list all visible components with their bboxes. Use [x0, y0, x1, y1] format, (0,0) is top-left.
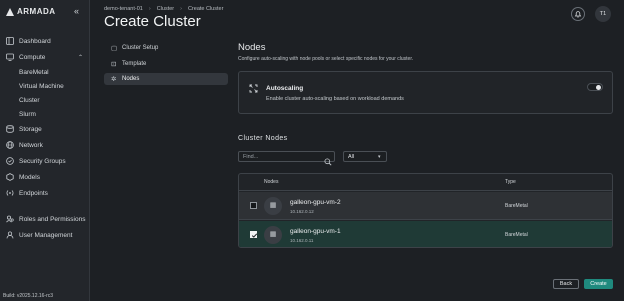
sidebar-item-virtual-machine[interactable]: Virtual Machine [0, 79, 89, 93]
chevron-up-icon: ⌃ [78, 54, 84, 61]
column-header-nodes: Nodes [264, 179, 279, 185]
sidebar-item-cluster[interactable]: Cluster [0, 93, 89, 107]
sidebar-item-label: Roles and Permissions [19, 215, 86, 223]
step-nodes[interactable]: ✲ Nodes [104, 73, 228, 85]
sidebar-item-models[interactable]: Models [0, 170, 89, 184]
sidebar-item-roles-and-permissions[interactable]: Roles and Permissions [0, 212, 89, 226]
sidebar-item-label: Cluster [19, 96, 40, 104]
breadcrumb: demo-tenant-01 › Cluster › Create Cluste… [104, 6, 223, 12]
create-button[interactable]: Create [584, 279, 613, 289]
back-button[interactable]: Back [553, 279, 579, 289]
sidebar-item-baremetal[interactable]: BareMetal [0, 65, 89, 79]
step-label: Nodes [122, 76, 140, 82]
search-icon [324, 153, 332, 171]
sidebar-item-label: Network [19, 141, 43, 149]
checkmark-icon [251, 233, 258, 238]
sidebar-item-label: Models [19, 173, 40, 181]
table-row[interactable]: ▦ galleon-gpu-vm-1 10.162.0.11 BareMetal [239, 221, 612, 247]
type-filter-select[interactable]: All ▾ [343, 151, 387, 162]
sidebar-item-dashboard[interactable]: Dashboard [0, 34, 89, 48]
page-title: Create Cluster [104, 13, 201, 30]
breadcrumb-separator-icon: › [180, 6, 182, 12]
roles-icon [6, 215, 14, 223]
template-icon: ⊡ [111, 61, 117, 68]
node-type: BareMetal [505, 232, 528, 238]
sidebar-item-label: BareMetal [19, 68, 49, 76]
dashboard-icon [6, 37, 14, 45]
sidebar-item-label: Slurm [19, 110, 36, 118]
filter-selected-value: All [348, 154, 355, 160]
node-type: BareMetal [505, 203, 528, 209]
sidebar-item-label: User Management [19, 231, 73, 239]
breadcrumb-cluster[interactable]: Cluster [157, 6, 174, 12]
autoscaling-description: Enable cluster auto-scaling based on wor… [266, 96, 404, 102]
armada-logo-icon [6, 7, 14, 16]
search-input[interactable]: Find... [238, 151, 335, 166]
step-cluster-setup[interactable]: ▢ Cluster Setup [104, 42, 228, 54]
models-icon [6, 173, 14, 181]
table-row[interactable]: ▦ galleon-gpu-vm-2 10.162.0.12 BareMetal [239, 192, 612, 220]
row-checkbox[interactable] [250, 202, 257, 209]
node-name: galleon-gpu-vm-1 [290, 228, 341, 235]
autoscaling-title: Autoscaling [266, 85, 304, 92]
user-icon [6, 231, 14, 239]
table-header: Nodes Type [239, 174, 612, 191]
row-checkbox[interactable] [250, 231, 258, 238]
breadcrumb-tenant[interactable]: demo-tenant-01 [104, 6, 143, 12]
expand-arrows-icon [249, 84, 258, 95]
breadcrumb-separator-icon: › [148, 6, 151, 12]
network-icon [6, 141, 14, 149]
storage-icon [6, 125, 14, 133]
notifications-bell-icon[interactable] [571, 7, 585, 21]
node-name: galleon-gpu-vm-2 [290, 199, 341, 206]
sidebar-item-slurm[interactable]: Slurm [0, 107, 89, 121]
sidebar-item-endpoints[interactable]: Endpoints [0, 186, 89, 200]
sidebar-item-storage[interactable]: Storage [0, 122, 89, 136]
column-header-type: Type [505, 179, 516, 185]
sidebar-item-security-groups[interactable]: Security Groups [0, 154, 89, 168]
setup-icon: ▢ [111, 45, 118, 52]
search-placeholder: Find... [243, 154, 259, 160]
sidebar-item-label: Endpoints [19, 189, 48, 197]
autoscaling-toggle[interactable] [587, 83, 603, 91]
step-template[interactable]: ⊡ Template [104, 58, 228, 70]
sidebar-item-compute[interactable]: Compute ⌃ [0, 50, 89, 64]
sidebar-item-label: Security Groups [19, 157, 66, 165]
section-title: Nodes [238, 42, 266, 53]
nodes-icon: ✲ [111, 76, 117, 83]
sidebar-item-label: Dashboard [19, 37, 51, 45]
step-label: Template [122, 61, 147, 67]
step-label: Cluster Setup [122, 45, 159, 51]
sidebar-item-network[interactable]: Network [0, 138, 89, 152]
sidebar-item-user-management[interactable]: User Management [0, 228, 89, 242]
build-version: Build: v2025.12.16-rc3 [3, 293, 54, 299]
sidebar-item-label: Compute [19, 53, 46, 61]
sidebar-item-label: Storage [19, 125, 42, 133]
server-icon: ▦ [264, 197, 282, 215]
node-ip: 10.162.0.12 [290, 209, 314, 214]
cluster-nodes-title: Cluster Nodes [238, 135, 288, 142]
section-description: Configure auto-scaling with node pools o… [238, 56, 414, 62]
compute-icon [6, 53, 14, 61]
autoscaling-card: Autoscaling Enable cluster auto-scaling … [238, 71, 613, 114]
nodes-table: Nodes Type ▦ galleon-gpu-vm-2 10.162.0.1… [238, 173, 613, 248]
node-ip: 10.162.0.11 [290, 238, 314, 243]
toggle-knob [596, 85, 601, 90]
shield-icon [6, 157, 14, 165]
collapse-sidebar-icon[interactable]: « [74, 6, 79, 16]
logo-text: ARMADA [17, 7, 56, 16]
sidebar: ARMADA « Dashboard Compute ⌃ BareMetal V… [0, 0, 90, 301]
armada-logo[interactable]: ARMADA [6, 7, 56, 16]
chevron-down-icon: ▾ [378, 154, 381, 160]
breadcrumb-current: Create Cluster [187, 6, 224, 12]
sidebar-item-label: Virtual Machine [19, 82, 64, 90]
endpoints-icon [6, 189, 14, 197]
user-avatar[interactable]: T1 [595, 6, 611, 22]
server-icon: ▦ [264, 226, 282, 244]
